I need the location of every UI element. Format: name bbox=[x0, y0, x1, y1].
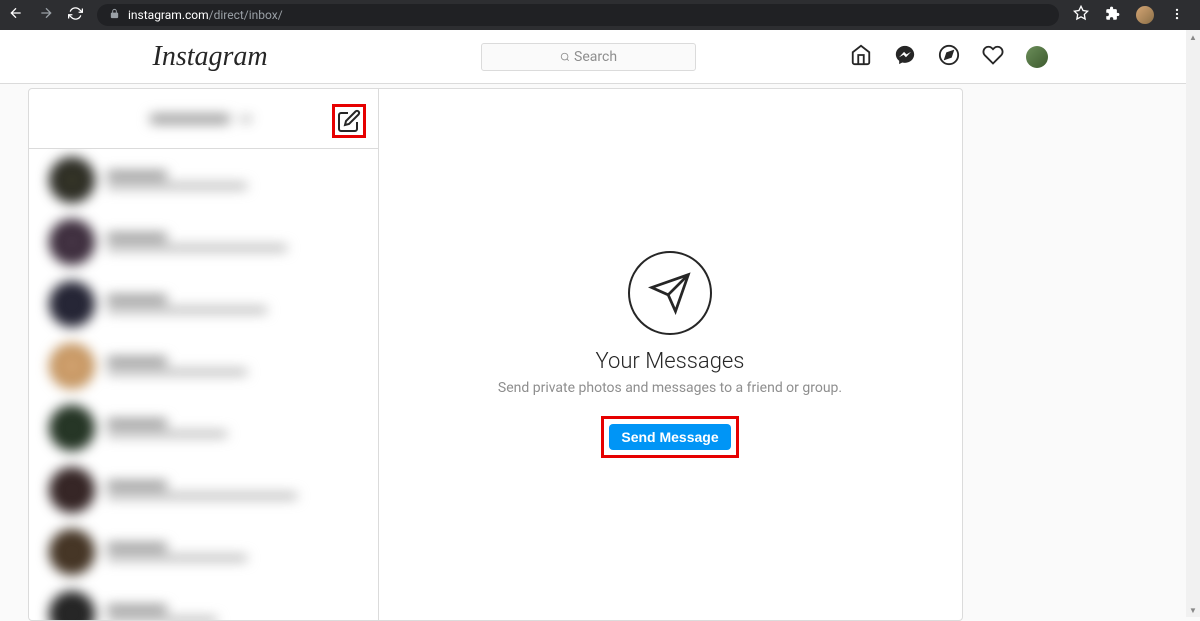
bookmark-star-icon[interactable] bbox=[1073, 5, 1089, 25]
reload-button[interactable] bbox=[68, 6, 83, 25]
thread-avatar bbox=[49, 219, 95, 265]
send-message-highlight: Send Message bbox=[601, 416, 738, 458]
scroll-up-icon[interactable]: ▲ bbox=[1186, 30, 1200, 44]
browser-toolbar: instagram.com/direct/inbox/ bbox=[0, 0, 1200, 30]
header-nav bbox=[850, 44, 1048, 70]
thread-avatar bbox=[49, 591, 95, 620]
thread-item[interactable] bbox=[29, 335, 378, 397]
thread-list[interactable] bbox=[29, 149, 378, 620]
forward-button[interactable] bbox=[38, 5, 54, 25]
messenger-icon[interactable] bbox=[894, 44, 916, 70]
address-bar[interactable]: instagram.com/direct/inbox/ bbox=[97, 4, 1059, 26]
url-text: instagram.com/direct/inbox/ bbox=[128, 8, 283, 22]
lock-icon bbox=[109, 8, 120, 22]
main-content: Your Messages Send private photos and me… bbox=[0, 84, 1200, 621]
kebab-menu-icon[interactable] bbox=[1170, 6, 1184, 25]
app-header: Instagram Search bbox=[0, 30, 1200, 84]
account-switcher[interactable] bbox=[150, 109, 256, 129]
empty-state-subtitle: Send private photos and messages to a fr… bbox=[498, 380, 842, 396]
thread-avatar bbox=[49, 529, 95, 575]
instagram-logo[interactable]: Instagram bbox=[153, 41, 268, 73]
search-placeholder: Search bbox=[574, 49, 617, 65]
empty-state-pane: Your Messages Send private photos and me… bbox=[379, 89, 962, 620]
thread-item[interactable] bbox=[29, 459, 378, 521]
thread-item[interactable] bbox=[29, 583, 378, 620]
compose-icon bbox=[337, 109, 361, 133]
nav-arrows bbox=[8, 5, 83, 25]
thread-item[interactable] bbox=[29, 149, 378, 211]
thread-avatar bbox=[49, 157, 95, 203]
chrome-actions bbox=[1073, 5, 1192, 25]
search-icon bbox=[560, 52, 570, 62]
thread-avatar bbox=[49, 467, 95, 513]
inbox-left-pane bbox=[29, 89, 379, 620]
dm-container: Your Messages Send private photos and me… bbox=[28, 88, 963, 621]
send-message-button[interactable]: Send Message bbox=[609, 424, 730, 450]
page-scrollbar[interactable]: ▲ ▼ bbox=[1186, 30, 1200, 617]
back-button[interactable] bbox=[8, 5, 24, 25]
thread-avatar bbox=[49, 405, 95, 451]
search-input[interactable]: Search bbox=[481, 43, 696, 71]
explore-icon[interactable] bbox=[938, 44, 960, 70]
scroll-down-icon[interactable]: ▼ bbox=[1186, 603, 1200, 617]
thread-item[interactable] bbox=[29, 397, 378, 459]
profile-avatar-icon[interactable] bbox=[1136, 6, 1154, 24]
activity-heart-icon[interactable] bbox=[982, 44, 1004, 70]
thread-item[interactable] bbox=[29, 521, 378, 583]
inbox-header bbox=[29, 89, 378, 149]
new-message-button[interactable] bbox=[332, 104, 366, 138]
thread-item[interactable] bbox=[29, 273, 378, 335]
extensions-icon[interactable] bbox=[1105, 6, 1120, 25]
thread-avatar bbox=[49, 281, 95, 327]
empty-state-title: Your Messages bbox=[596, 349, 745, 374]
thread-avatar bbox=[49, 343, 95, 389]
profile-avatar[interactable] bbox=[1026, 46, 1048, 68]
chevron-down-icon bbox=[236, 109, 256, 129]
paper-plane-circle-icon bbox=[628, 251, 712, 335]
home-icon[interactable] bbox=[850, 44, 872, 70]
thread-item[interactable] bbox=[29, 211, 378, 273]
